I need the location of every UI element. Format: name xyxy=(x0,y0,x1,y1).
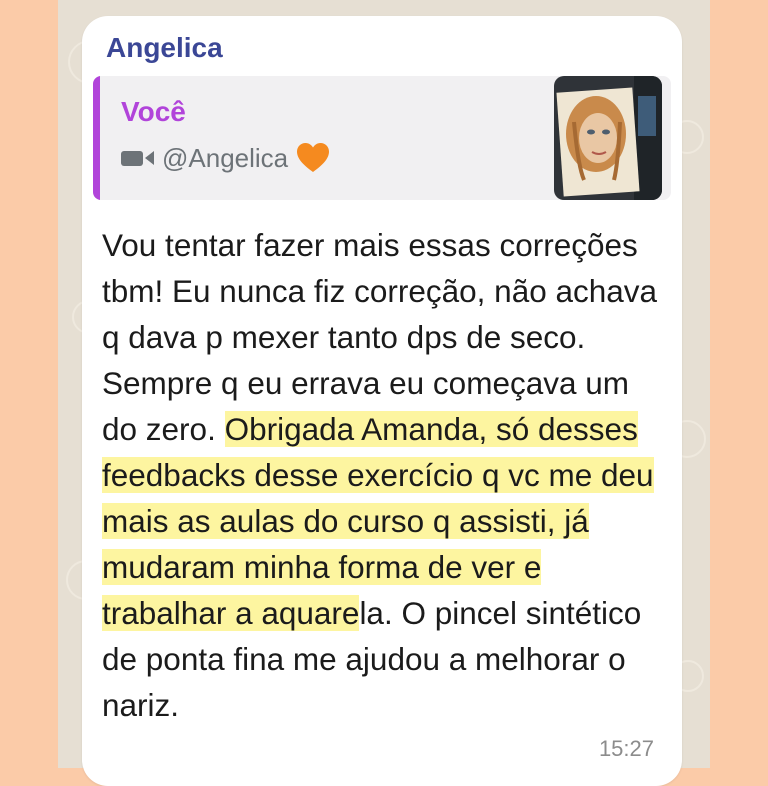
reply-caption: @Angelica xyxy=(162,142,289,173)
message-text: Vou tentar fazer mais essas correções tb… xyxy=(102,222,662,728)
message-bubble[interactable]: Angelica Você @Angelica Vou tentar fazer… xyxy=(82,16,682,786)
sender-name[interactable]: Angelica xyxy=(106,32,223,64)
video-thumbnail[interactable] xyxy=(554,76,662,200)
reply-author: Você xyxy=(121,96,186,127)
video-camera-icon xyxy=(121,150,154,166)
reply-meta: @Angelica xyxy=(121,142,330,174)
quoted-reply[interactable]: Você @Angelica xyxy=(93,76,671,200)
message-timestamp: 15:27 xyxy=(598,736,654,761)
reply-accent-bar xyxy=(93,76,100,200)
orange-heart-icon xyxy=(297,143,330,172)
